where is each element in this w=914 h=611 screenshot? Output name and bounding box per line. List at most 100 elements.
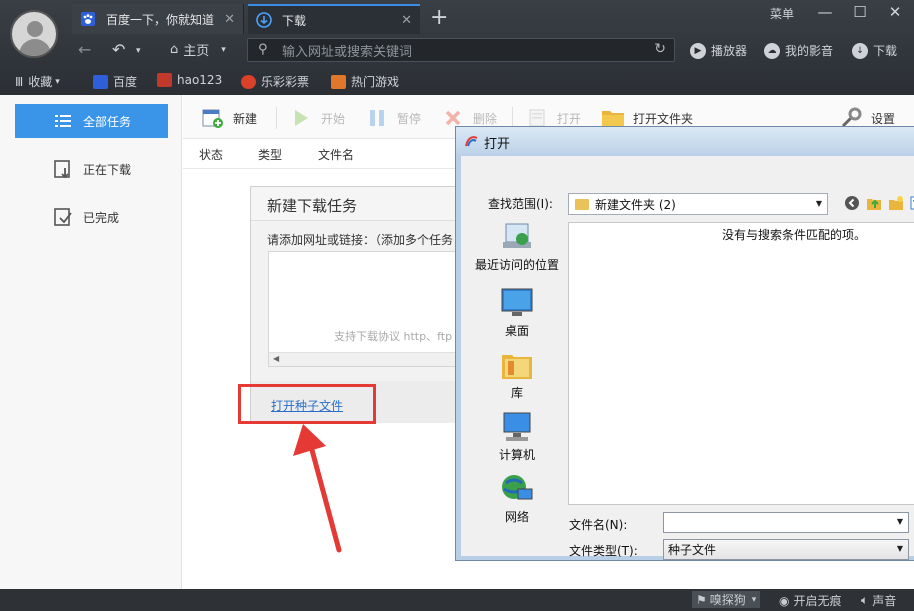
- reload-icon[interactable]: ↻: [654, 41, 666, 57]
- my-media-button[interactable]: ☁ 我的影音: [764, 42, 833, 59]
- toolbar-label: 打开: [557, 111, 582, 126]
- incognito-button[interactable]: ◉ 开启无痕: [779, 592, 842, 609]
- place-label: 最近访问的位置: [474, 258, 559, 272]
- dialog-nav-icons: [843, 194, 914, 212]
- chevron-down-icon: ▾: [221, 44, 226, 55]
- pause-button[interactable]: 暂停: [365, 107, 421, 129]
- look-in-label: 查找范围(I):: [488, 197, 553, 211]
- toolbar-label: 暂停: [397, 111, 422, 126]
- place-recent[interactable]: 最近访问的位置: [471, 221, 563, 273]
- bookmark-label: hao123: [177, 73, 223, 87]
- back-icon[interactable]: [843, 194, 861, 212]
- column-filename[interactable]: 文件名: [318, 146, 354, 163]
- download-button[interactable]: ↓ 下载: [852, 42, 897, 59]
- dialog-body: 查找范围(I): 新建文件夹 (2) ▼ 最近访问的位置 桌面 库 计算机 网络…: [461, 156, 914, 560]
- places-bar: 最近访问的位置 桌面 库 计算机 网络: [471, 221, 563, 531]
- chevron-down-icon[interactable]: ▾: [136, 46, 141, 56]
- dog-icon: ⚑: [696, 592, 707, 607]
- filename-label: 文件名(N):: [569, 518, 628, 532]
- downloading-icon: [53, 159, 73, 179]
- bookmark-lottery[interactable]: 乐彩彩票: [241, 73, 309, 90]
- up-folder-icon[interactable]: [865, 194, 883, 212]
- minimize-icon[interactable]: —: [815, 3, 835, 21]
- undo-icon[interactable]: ↶: [112, 40, 125, 59]
- look-in-select[interactable]: 新建文件夹 (2) ▼: [568, 193, 828, 215]
- url-textarea-placeholder: 支持下载协议 http、ftp: [334, 330, 453, 343]
- sidebar: 全部任务 正在下载 已完成: [0, 95, 182, 589]
- tab-baidu[interactable]: 百度一下，你就知道 ✕: [72, 4, 244, 34]
- horizontal-scrollbar[interactable]: ◀: [269, 352, 471, 366]
- place-computer[interactable]: 计算机: [471, 411, 563, 463]
- place-label: 库: [510, 386, 523, 400]
- new-folder-icon[interactable]: [887, 194, 905, 212]
- back-icon[interactable]: ←: [78, 40, 91, 59]
- bookmark-hao123[interactable]: hao123: [157, 73, 222, 87]
- place-network[interactable]: 网络: [471, 473, 563, 525]
- bookmark-label: 收藏: [28, 75, 53, 89]
- library-icon: [500, 349, 534, 381]
- tab-label: 百度一下，你就知道: [106, 12, 215, 27]
- player-button[interactable]: ▶ 播放器: [690, 42, 747, 59]
- toolbar-label: 开始: [321, 111, 346, 126]
- place-libraries[interactable]: 库: [471, 349, 563, 401]
- start-button[interactable]: 开始: [289, 107, 345, 129]
- sidebar-item-all-tasks[interactable]: 全部任务: [15, 104, 168, 138]
- new-task-button[interactable]: 新建: [201, 107, 257, 129]
- maximize-icon[interactable]: ☐: [850, 3, 870, 21]
- view-menu-icon[interactable]: [909, 194, 914, 212]
- sound-button[interactable]: 🔈︎ 声音: [861, 592, 896, 609]
- toolbar-divider: [276, 107, 277, 129]
- bookmark-baidu[interactable]: 百度: [93, 73, 137, 90]
- play-icon: [289, 107, 313, 129]
- filetype-select[interactable]: 种子文件 ▼: [663, 539, 909, 560]
- recent-places-icon: [500, 221, 534, 253]
- scroll-left-icon[interactable]: ◀: [273, 354, 279, 363]
- desktop-icon: [500, 287, 534, 319]
- column-type[interactable]: 类型: [258, 146, 282, 163]
- statusbar-label: 嗅探狗: [709, 593, 746, 607]
- baidu-paw-icon: [93, 74, 108, 89]
- sidebar-item-downloading[interactable]: 正在下载: [15, 152, 168, 186]
- computer-icon: [500, 411, 534, 443]
- bookmark-games[interactable]: 热门游戏: [331, 73, 399, 90]
- address-placeholder: 输入网址或搜索关键词: [282, 44, 413, 60]
- completed-icon: [53, 207, 73, 227]
- folder-icon: [575, 198, 589, 210]
- my-media-label: 我的影音: [785, 44, 834, 58]
- home-button[interactable]: ⌂ 主页 ▾: [170, 40, 226, 59]
- sniffer-button[interactable]: ⚑ 嗅探狗 ▾: [692, 591, 761, 608]
- bookmark-label: 百度: [113, 75, 138, 89]
- open-file-dialog: 打开 查找范围(I): 新建文件夹 (2) ▼ 最近访问的位置 桌面 库 计算机…: [455, 126, 914, 561]
- download-label: 下载: [873, 44, 898, 58]
- toolbar-label: 新建: [233, 111, 258, 126]
- toolbar-label: 设置: [871, 111, 896, 126]
- chevron-down-icon: ▼: [815, 199, 822, 208]
- new-file-icon: [201, 107, 225, 129]
- place-desktop[interactable]: 桌面: [471, 287, 563, 339]
- menu-button[interactable]: 菜单: [770, 5, 794, 22]
- place-label: 网络: [504, 510, 529, 524]
- toolbar-label: 打开文件夹: [633, 111, 694, 126]
- close-window-icon[interactable]: ✕: [885, 3, 905, 21]
- file-list-view[interactable]: 没有与搜索条件匹配的项。: [568, 222, 914, 505]
- address-bar[interactable]: ⚲ 输入网址或搜索关键词 ↻: [247, 38, 675, 62]
- home-label: 主页: [183, 44, 210, 59]
- play-icon: ▶: [690, 42, 706, 59]
- sidebar-item-completed[interactable]: 已完成: [15, 200, 168, 234]
- bookshelf-icon: Ⅲ: [15, 74, 24, 89]
- filename-input[interactable]: ▼: [663, 512, 909, 533]
- new-tab-button[interactable]: +: [430, 6, 448, 30]
- bookmark-favorites[interactable]: Ⅲ 收藏 ▾: [15, 73, 60, 90]
- column-status[interactable]: 状态: [199, 146, 223, 163]
- bookmark-label: 热门游戏: [351, 75, 400, 89]
- status-bar: ⚑ 嗅探狗 ▾ ◉ 开启无痕 🔈︎ 声音: [0, 589, 914, 611]
- dialog-titlebar[interactable]: 打开: [456, 127, 914, 155]
- close-icon[interactable]: ✕: [224, 12, 235, 27]
- filetype-label: 文件类型(T):: [569, 544, 638, 558]
- close-icon[interactable]: ✕: [401, 13, 412, 28]
- tab-download[interactable]: 下载 ✕: [248, 4, 420, 34]
- chevron-down-icon[interactable]: ▼: [897, 517, 903, 526]
- url-textarea[interactable]: 支持下载协议 http、ftp ◀: [268, 251, 471, 367]
- download-icon: ↓: [852, 42, 868, 59]
- annotation-arrow: [293, 424, 342, 553]
